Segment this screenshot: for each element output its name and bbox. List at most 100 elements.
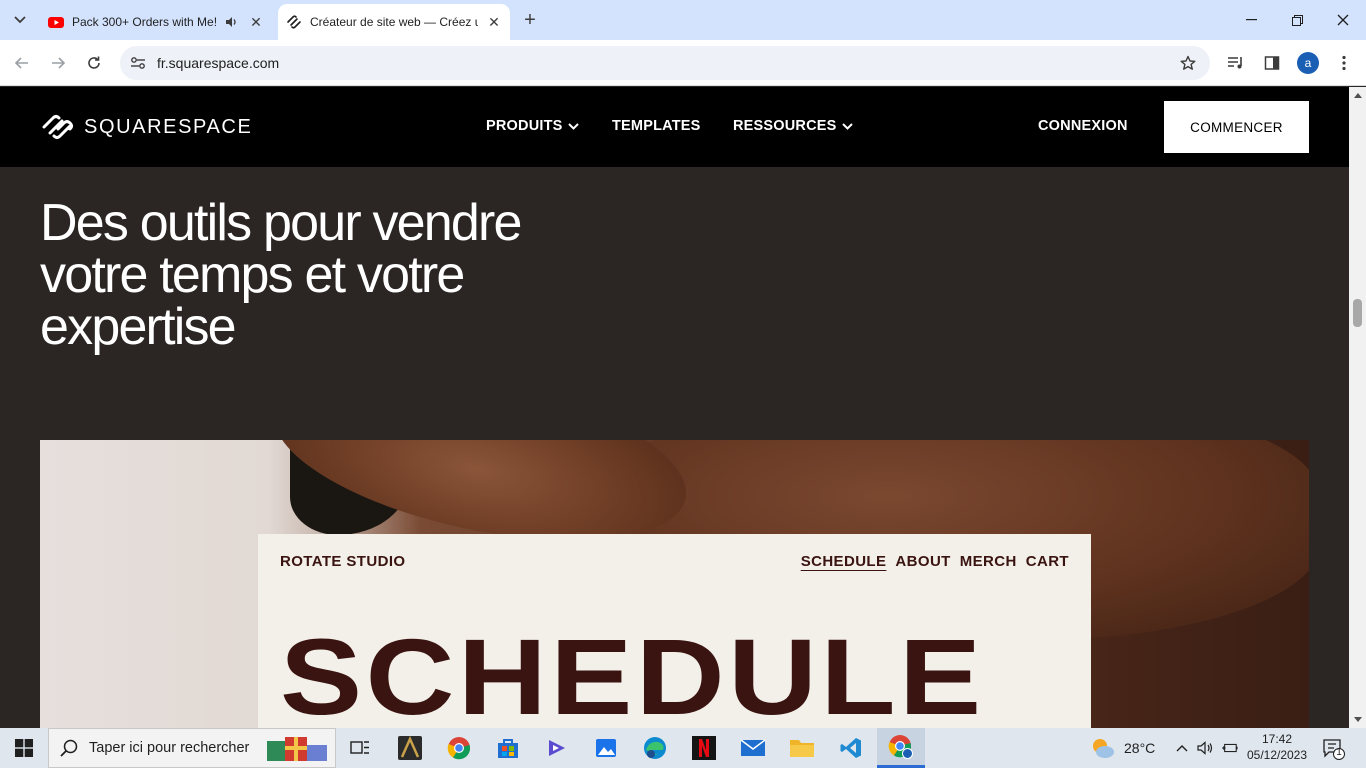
taskbar-app-explorer[interactable] — [786, 732, 818, 764]
video-editor-icon — [549, 740, 565, 756]
nav-resources-label: RESSOURCES — [733, 118, 837, 134]
menu-kebab-icon[interactable] — [1332, 51, 1356, 75]
restore-button[interactable] — [1274, 0, 1320, 40]
task-view-button[interactable] — [344, 732, 376, 764]
hero-title-line: Des outils pour vendre — [40, 194, 522, 252]
notification-center-icon[interactable]: 1 — [1322, 738, 1346, 760]
clock-date: 05/12/2023 — [1246, 748, 1308, 762]
restore-icon — [1291, 14, 1303, 26]
tab-squarespace[interactable]: Créateur de site web — Créez un site ✕ — [278, 4, 510, 40]
taskbar-search-box[interactable]: Taper ici pour rechercher — [48, 728, 336, 768]
new-tab-button[interactable]: + — [518, 9, 542, 31]
photos-icon — [596, 739, 616, 757]
site-header: SQUARESPACE PRODUITS TEMPLATES RESSOURCE… — [0, 87, 1349, 167]
chevron-down-icon — [14, 16, 26, 24]
minimize-icon — [1245, 19, 1257, 21]
close-tab-icon[interactable]: ✕ — [246, 12, 266, 32]
hero-title-line: votre temps et votre — [40, 246, 465, 304]
forward-button[interactable] — [44, 49, 72, 77]
partly-cloudy-icon — [1093, 739, 1114, 758]
battery-icon[interactable] — [1222, 740, 1238, 756]
task-view-icon — [350, 741, 369, 754]
site-info-icon[interactable] — [128, 53, 148, 73]
clock-time: 17:42 — [1261, 732, 1293, 746]
page-scrollbar[interactable] — [1349, 87, 1366, 728]
tab-title: Pack 300+ Orders with Me! — [72, 15, 218, 29]
weather-widget[interactable]: 28°C — [1090, 728, 1155, 768]
preview-heading: SCHEDULE — [280, 616, 985, 729]
search-placeholder: Taper ici pour rechercher — [89, 740, 250, 756]
nav-login[interactable]: CONNEXION — [1038, 118, 1128, 134]
speaker-icon[interactable] — [222, 13, 240, 31]
chevron-down-icon — [567, 122, 579, 130]
scroll-down-arrow-icon[interactable] — [1353, 715, 1362, 724]
scroll-thumb[interactable] — [1353, 299, 1362, 327]
back-button[interactable] — [8, 49, 36, 77]
vscode-icon — [840, 738, 861, 758]
taskbar-app-chrome[interactable] — [443, 732, 475, 764]
minimize-button[interactable] — [1228, 0, 1274, 40]
nav-login-label: CONNEXION — [1038, 118, 1128, 134]
nav-resources[interactable]: RESSOURCES — [733, 118, 853, 134]
close-window-button[interactable] — [1320, 0, 1366, 40]
microsoft-store-icon — [498, 739, 518, 758]
url-text[interactable]: fr.squarespace.com — [157, 55, 279, 71]
profile-avatar[interactable]: a — [1297, 52, 1319, 74]
nav-templates-label: TEMPLATES — [612, 118, 701, 134]
notification-count: 1 — [1336, 747, 1342, 758]
chevron-down-icon — [841, 122, 853, 130]
scroll-up-arrow-icon[interactable] — [1353, 91, 1362, 100]
bookmark-star-icon[interactable] — [1178, 53, 1198, 73]
taskbar-app-chrome-profile[interactable] — [877, 728, 925, 768]
reload-button[interactable] — [80, 49, 108, 77]
address-bar[interactable]: fr.squarespace.com — [120, 46, 1210, 80]
side-panel-icon[interactable] — [1260, 51, 1284, 75]
preview-nav-item: CART — [1025, 553, 1069, 570]
start-button[interactable] — [0, 728, 48, 768]
close-tab-icon[interactable]: ✕ — [484, 12, 504, 32]
browser-tab-strip: Pack 300+ Orders with Me! ✕ Créateur de … — [0, 0, 1366, 40]
squarespace-logo-icon — [42, 115, 73, 139]
web-page: SQUARESPACE PRODUITS TEMPLATES RESSOURCE… — [0, 87, 1349, 728]
squarespace-icon — [287, 15, 301, 29]
taskbar-app-store[interactable] — [492, 732, 524, 764]
taskbar-app-edge[interactable] — [639, 732, 671, 764]
taskbar-app-vscode[interactable] — [835, 732, 867, 764]
logo-text: SQUARESPACE — [84, 115, 253, 138]
reload-icon — [88, 56, 100, 69]
preview-nav: SCHEDULE ABOUT MERCH CART — [801, 553, 1069, 570]
media-control-icon[interactable] — [1224, 51, 1248, 75]
taskbar-app-archicad[interactable] — [394, 732, 426, 764]
nav-templates[interactable]: TEMPLATES — [612, 118, 701, 134]
mail-icon — [740, 739, 766, 756]
taskbar-app-netflix[interactable] — [688, 732, 720, 764]
taskbar-app-mail[interactable] — [737, 732, 769, 764]
nav-products[interactable]: PRODUITS — [486, 118, 579, 134]
netflix-icon — [692, 736, 716, 760]
windows-logo-icon — [15, 739, 33, 757]
preview-brand: ROTATE STUDIO — [280, 553, 406, 570]
template-preview-card: ROTATE STUDIO SCHEDULE ABOUT MERCH CART … — [258, 534, 1091, 728]
chrome-profile-icon — [888, 734, 913, 759]
youtube-icon — [48, 17, 64, 28]
close-icon — [1337, 14, 1349, 26]
browser-toolbar: fr.squarespace.com a — [0, 40, 1366, 86]
folder-icon — [790, 740, 814, 757]
show-hidden-icons-chevron-up-icon[interactable] — [1174, 740, 1190, 756]
taskbar-app-photos[interactable] — [590, 732, 622, 764]
hero-title: Des outils pour vendre votre temps et vo… — [40, 197, 600, 353]
arrow-right-icon — [52, 57, 66, 69]
tab-youtube[interactable]: Pack 300+ Orders with Me! ✕ — [40, 4, 272, 40]
showcase-image: ROTATE STUDIO SCHEDULE ABOUT MERCH CART … — [40, 440, 1309, 728]
preview-nav-item: ABOUT — [895, 553, 951, 570]
squarespace-logo[interactable]: SQUARESPACE — [40, 112, 252, 142]
tab-search-button[interactable] — [6, 7, 34, 33]
archicad-icon — [398, 736, 422, 760]
gift-highlight-icon — [267, 737, 327, 761]
chrome-icon — [447, 737, 471, 760]
volume-icon[interactable] — [1197, 740, 1213, 756]
preview-nav-item: MERCH — [959, 553, 1017, 570]
system-clock[interactable]: 17:42 05/12/2023 — [1246, 731, 1308, 763]
get-started-button[interactable]: COMMENCER — [1164, 101, 1309, 153]
taskbar-app-video[interactable] — [541, 732, 573, 764]
